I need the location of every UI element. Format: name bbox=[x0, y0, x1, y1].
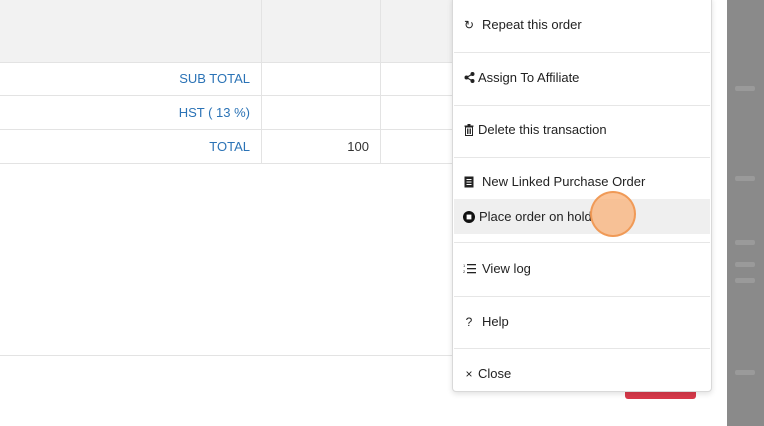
svg-text:1: 1 bbox=[463, 263, 466, 268]
blurred-text bbox=[735, 262, 755, 267]
question-icon: ? bbox=[465, 314, 473, 329]
column-divider bbox=[380, 130, 381, 163]
tax-label: HST ( 13 %) bbox=[178, 105, 250, 120]
total-label: TOTAL bbox=[209, 139, 250, 154]
menu-item-label: Repeat this order bbox=[482, 17, 582, 32]
menu-item-repeat-order[interactable]: ↻ Repeat this order bbox=[454, 8, 710, 41]
menu-item-label: Close bbox=[478, 366, 512, 381]
stop-circle-icon bbox=[462, 210, 476, 224]
menu-divider bbox=[454, 348, 710, 349]
table-header-row bbox=[0, 0, 460, 63]
click-indicator bbox=[590, 191, 636, 237]
document-icon bbox=[462, 175, 476, 189]
column-divider bbox=[380, 0, 381, 62]
menu-divider bbox=[454, 52, 710, 53]
total-value: 100 bbox=[347, 139, 369, 154]
menu-item-label: Assign To Affiliate bbox=[478, 70, 580, 85]
svg-text:2: 2 bbox=[463, 269, 466, 274]
blurred-text bbox=[735, 278, 755, 283]
total-row: TOTAL 100 bbox=[0, 130, 460, 164]
close-icon: × bbox=[465, 366, 473, 381]
column-divider bbox=[261, 0, 262, 62]
menu-item-delete-transaction[interactable]: Delete this transaction bbox=[454, 113, 710, 146]
blurred-text bbox=[735, 370, 755, 375]
tax-row: HST ( 13 %) bbox=[0, 96, 460, 130]
blurred-text bbox=[735, 240, 755, 245]
subtotal-row: SUB TOTAL bbox=[0, 62, 460, 96]
menu-divider bbox=[454, 105, 710, 106]
menu-divider bbox=[454, 296, 710, 297]
blurred-text bbox=[735, 176, 755, 181]
repeat-icon: ↻ bbox=[463, 17, 475, 32]
menu-item-label: New Linked Purchase Order bbox=[482, 174, 646, 189]
menu-item-view-log[interactable]: 1 2 View log bbox=[454, 252, 710, 285]
list-icon: 1 2 bbox=[462, 262, 476, 276]
column-divider bbox=[380, 96, 381, 129]
actions-dropdown-menu: ↻ Repeat this order Assign To Affiliate bbox=[452, 0, 712, 392]
divider bbox=[0, 355, 460, 356]
menu-item-label: Help bbox=[482, 314, 509, 329]
trash-icon bbox=[462, 123, 476, 137]
page: SUB TOTAL HST ( 13 %) TOTAL 100 ↻ Repeat… bbox=[0, 0, 764, 426]
menu-item-help[interactable]: ? Help bbox=[454, 305, 710, 338]
menu-item-close[interactable]: × Close bbox=[454, 357, 710, 390]
menu-item-label: View log bbox=[482, 261, 531, 276]
column-divider bbox=[380, 62, 381, 95]
menu-item-label: Place order on hold bbox=[479, 209, 592, 224]
menu-divider bbox=[454, 242, 710, 243]
share-icon bbox=[462, 71, 476, 85]
menu-item-assign-affiliate[interactable]: Assign To Affiliate bbox=[454, 61, 710, 94]
menu-item-label: Delete this transaction bbox=[478, 122, 607, 137]
modal-backdrop[interactable] bbox=[727, 0, 764, 426]
menu-item-place-on-hold[interactable]: Place order on hold bbox=[454, 199, 710, 234]
subtotal-value bbox=[262, 62, 369, 95]
tax-value bbox=[262, 96, 369, 129]
menu-divider bbox=[454, 157, 710, 158]
blurred-text bbox=[735, 86, 755, 91]
subtotal-label: SUB TOTAL bbox=[179, 71, 250, 86]
menu-item-new-linked-po[interactable]: New Linked Purchase Order bbox=[454, 165, 710, 198]
